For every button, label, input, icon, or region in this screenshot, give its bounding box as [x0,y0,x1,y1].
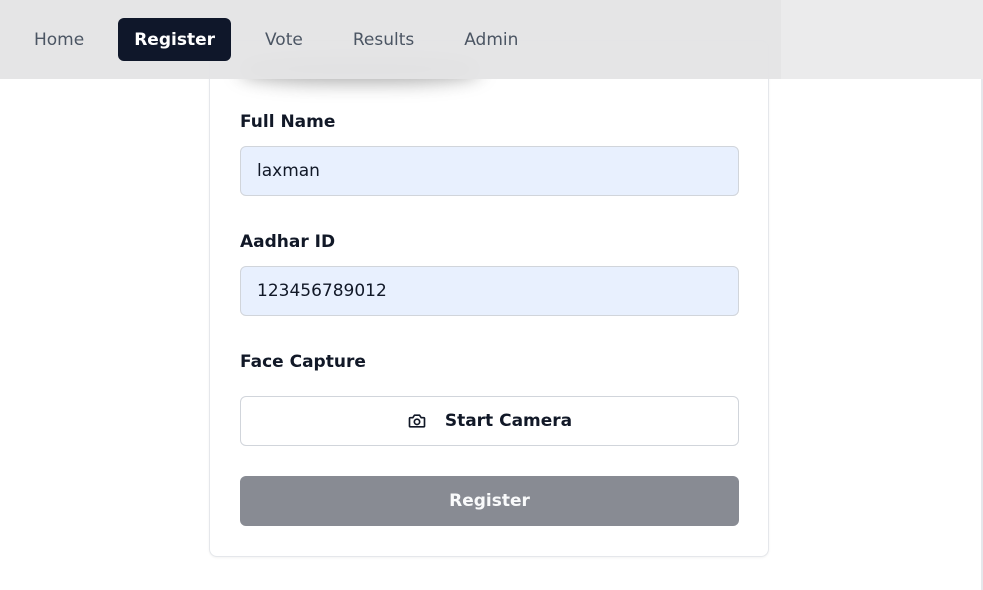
aadhar-id-label: Aadhar ID [240,232,336,252]
face-capture-label: Face Capture [240,352,366,372]
register-submit-button[interactable]: Register [240,476,739,526]
full-name-label: Full Name [240,112,336,132]
nav-register[interactable]: Register [118,18,231,61]
start-camera-button[interactable]: Start Camera [240,396,739,446]
nav-admin[interactable]: Admin [448,18,534,61]
nav-home[interactable]: Home [18,18,100,61]
nav-results[interactable]: Results [337,18,430,61]
top-navbar: Home Register Vote Results Admin [0,0,983,79]
full-name-input[interactable] [240,146,739,196]
aadhar-id-input[interactable] [240,266,739,316]
start-camera-label: Start Camera [444,411,573,431]
register-page: Home Register Vote Results Admin Full Na… [0,0,983,590]
nav-vote[interactable]: Vote [249,18,319,61]
camera-icon [407,411,427,431]
